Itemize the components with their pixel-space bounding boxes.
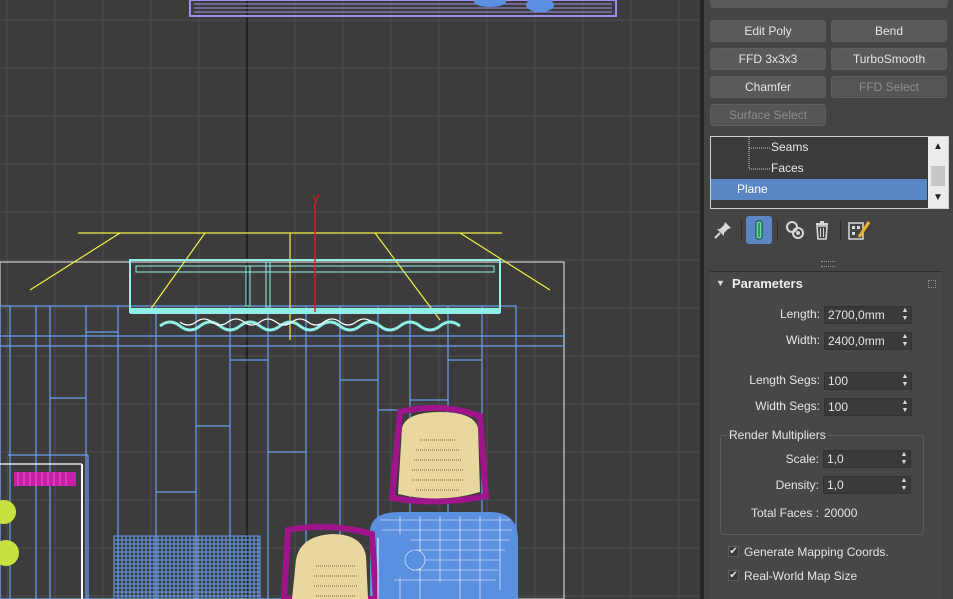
modifier-stack-list[interactable]: Seams Faces Plane ▲ ▼	[710, 136, 949, 209]
magenta-block	[14, 472, 76, 486]
spinner-arrows-icon[interactable]: ▲ ▼	[900, 451, 908, 467]
viewport-grid	[0, 0, 700, 599]
generate-mapping-label[interactable]: Generate Mapping Coords.	[744, 545, 889, 559]
radiator-wireframe	[113, 535, 261, 599]
ffd-select-button[interactable]: FFD Select	[831, 76, 947, 98]
spinner-arrows-icon[interactable]: ▲ ▼	[901, 373, 909, 389]
rollout-grip[interactable]	[821, 261, 835, 267]
length-segs-spinner[interactable]: 100 ▲ ▼	[824, 372, 912, 390]
command-panel-modify: Edit Poly Bend FFD 3x3x3 TurboSmooth Cha…	[704, 0, 953, 599]
spinner-arrows-icon[interactable]: ▲ ▼	[901, 333, 909, 349]
stack-item-seams[interactable]: Seams	[711, 137, 927, 158]
scale-spinner[interactable]: 1,0 ▲ ▼	[823, 450, 911, 468]
width-spinner[interactable]: 2400,0mm ▲ ▼	[824, 332, 912, 350]
green-object-2	[0, 540, 19, 566]
edit-poly-button[interactable]: Edit Poly	[710, 20, 826, 42]
make-unique-icon[interactable]	[782, 216, 808, 244]
pin-stack-icon[interactable]	[710, 216, 736, 244]
length-segs-value[interactable]: 100	[828, 374, 848, 388]
total-faces-value: 20000	[824, 506, 858, 520]
length-value[interactable]: 2700,0mm	[828, 308, 885, 322]
scroll-up-icon[interactable]: ▲	[931, 140, 945, 154]
collapse-arrow-icon[interactable]: ▼	[716, 278, 725, 288]
spinner-arrows-icon[interactable]: ▲ ▼	[901, 399, 909, 415]
bend-button[interactable]: Bend	[831, 20, 947, 42]
width-segs-value[interactable]: 100	[828, 400, 848, 414]
surface-select-button[interactable]: Surface Select	[710, 104, 826, 126]
length-spinner[interactable]: 2700,0mm ▲ ▼	[824, 306, 912, 324]
viewport-front[interactable]: y	[0, 0, 700, 599]
turbosmooth-button[interactable]: TurboSmooth	[831, 48, 947, 70]
parameters-title: Parameters	[732, 276, 803, 291]
parameters-header[interactable]: ▼ Parameters	[710, 272, 942, 296]
parameters-rollout: ▼ Parameters Length: 2700,0mm ▲ ▼ Width: …	[710, 271, 942, 599]
width-segs-label: Width Segs:	[755, 399, 820, 413]
stack-scrollbar[interactable]: ▲ ▼	[928, 137, 948, 208]
green-object-1	[0, 500, 16, 524]
spinner-arrows-icon[interactable]: ▲ ▼	[900, 477, 908, 493]
chair-wireframe-right	[370, 404, 518, 599]
configure-modifier-sets-icon[interactable]	[846, 216, 872, 244]
render-multipliers-title: Render Multipliers	[727, 428, 828, 442]
scale-label: Scale:	[785, 452, 819, 466]
density-value[interactable]: 1,0	[827, 478, 844, 492]
scale-value[interactable]: 1,0	[827, 452, 844, 466]
generate-mapping-checkbox[interactable]: ✔	[728, 546, 739, 557]
y-axis-label: y	[312, 191, 320, 206]
local-y-axis-gizmo[interactable]: y	[312, 191, 320, 312]
panel-top-strip	[710, 0, 948, 8]
render-multipliers-group: Render Multipliers Scale: 1,0 ▲ ▼ Density…	[720, 428, 924, 535]
chamfer-button[interactable]: Chamfer	[710, 76, 826, 98]
real-world-map-size-checkbox[interactable]: ✔	[728, 570, 739, 581]
rollout-drag-icon[interactable]	[928, 280, 936, 288]
ffd-3x3x3-button[interactable]: FFD 3x3x3	[710, 48, 826, 70]
spinner-arrows-icon[interactable]: ▲ ▼	[901, 307, 909, 323]
length-segs-label: Length Segs:	[749, 373, 820, 387]
remove-modifier-icon[interactable]	[809, 216, 835, 244]
width-value[interactable]: 2400,0mm	[828, 334, 885, 348]
real-world-map-size-label[interactable]: Real-World Map Size	[744, 569, 857, 583]
lamp-wireframe	[29, 232, 551, 340]
chair-wireframe-center	[280, 523, 380, 599]
stack-item-plane[interactable]: Plane	[711, 179, 927, 200]
density-spinner[interactable]: 1,0 ▲ ▼	[823, 476, 911, 494]
scroll-thumb[interactable]	[931, 166, 945, 186]
width-segs-spinner[interactable]: 100 ▲ ▼	[824, 398, 912, 416]
viewport-canvas[interactable]: y	[0, 0, 700, 599]
total-faces-label: Total Faces :	[750, 506, 819, 520]
stack-item-faces[interactable]: Faces	[711, 158, 927, 179]
show-end-result-icon[interactable]	[746, 216, 772, 244]
modifier-stack-toolbar	[710, 216, 940, 244]
top-object-wireframe	[189, 0, 617, 17]
width-label: Width:	[785, 333, 820, 347]
density-label: Density:	[775, 478, 819, 492]
length-label: Length:	[779, 307, 820, 321]
scroll-down-icon[interactable]: ▼	[931, 191, 945, 205]
